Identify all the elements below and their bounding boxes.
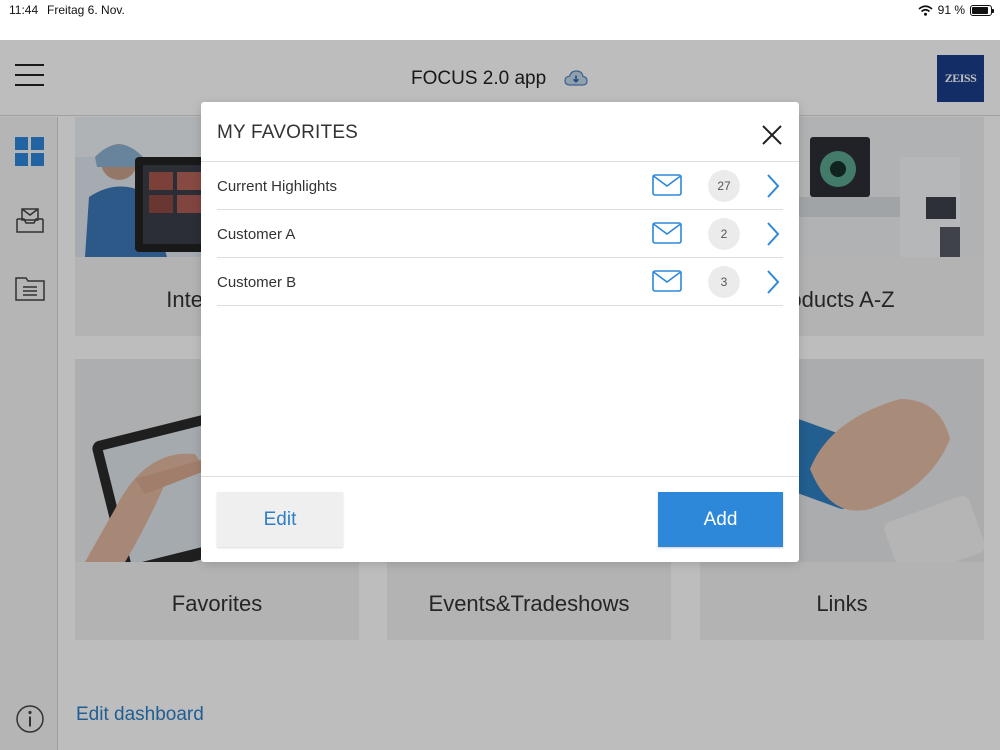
battery-icon <box>970 4 994 16</box>
edit-button[interactable]: Edit <box>217 492 343 547</box>
favorite-label: Customer A <box>217 226 296 243</box>
modal-title: MY FAVORITES <box>217 122 359 143</box>
mail-icon[interactable] <box>652 270 682 292</box>
battery-percent: 91 % <box>937 3 965 17</box>
favorite-label: Current Highlights <box>217 178 338 195</box>
status-time: 11:44 <box>9 3 39 17</box>
status-date: Freitag 6. Nov. <box>47 3 125 17</box>
add-button[interactable]: Add <box>658 492 783 547</box>
battery-fill <box>972 6 989 14</box>
chevron-right-icon[interactable] <box>766 173 780 199</box>
favorite-list-item[interactable]: Current Highlights 27 <box>217 162 783 210</box>
wifi-icon <box>918 4 933 16</box>
favorite-count-badge: 27 <box>708 170 740 202</box>
status-right: 91 % <box>918 3 994 17</box>
status-bar: 11:44 Freitag 6. Nov. 91 % <box>0 0 1000 22</box>
mail-icon[interactable] <box>652 174 682 196</box>
favorite-count-badge: 2 <box>708 218 740 250</box>
favorite-count-badge: 3 <box>708 266 740 298</box>
chevron-right-icon[interactable] <box>766 221 780 247</box>
favorites-modal: MY FAVORITES Current Highlights 27 Custo… <box>201 102 799 562</box>
close-icon[interactable] <box>759 122 785 148</box>
favorite-list-item[interactable]: Customer B 3 <box>217 258 783 306</box>
mail-icon[interactable] <box>652 222 682 244</box>
divider <box>201 476 799 477</box>
favorite-list-item[interactable]: Customer A 2 <box>217 210 783 258</box>
chevron-right-icon[interactable] <box>766 269 780 295</box>
favorite-label: Customer B <box>217 274 297 291</box>
